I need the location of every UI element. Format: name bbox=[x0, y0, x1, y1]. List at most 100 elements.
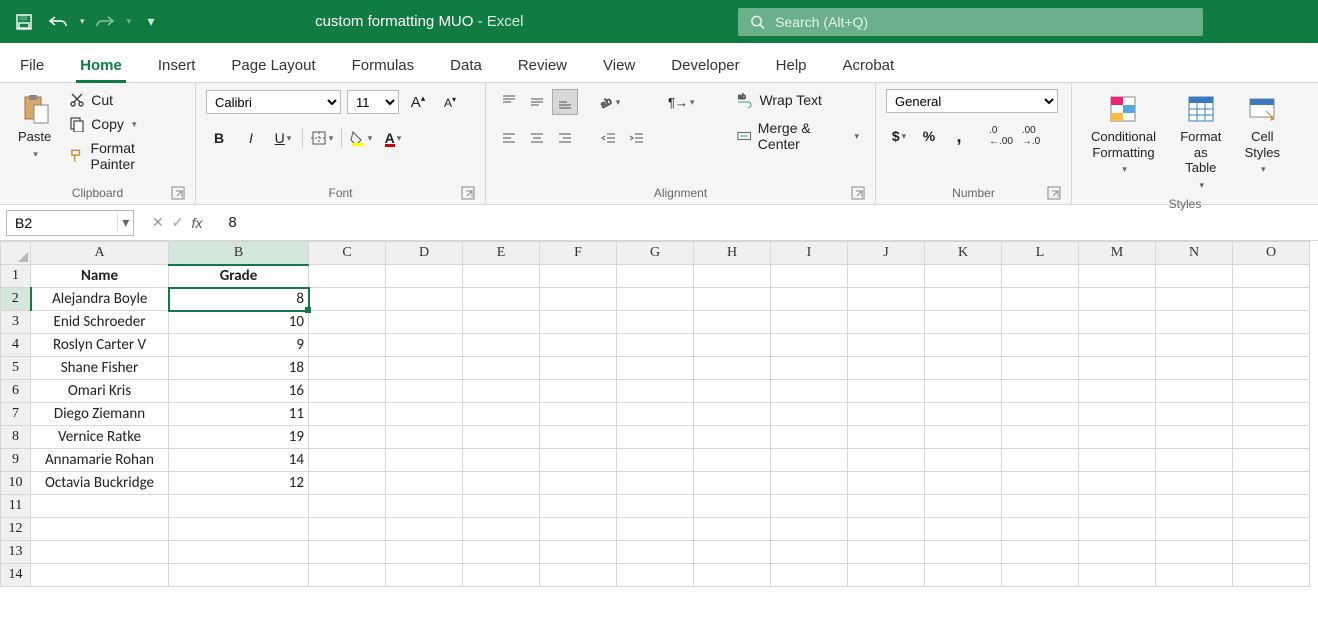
cell-D11[interactable] bbox=[386, 495, 463, 518]
column-header-C[interactable]: C bbox=[309, 242, 386, 265]
column-header-O[interactable]: O bbox=[1233, 242, 1310, 265]
row-header-10[interactable]: 10 bbox=[1, 472, 31, 495]
cell-J1[interactable] bbox=[848, 265, 925, 288]
cell-O6[interactable] bbox=[1233, 380, 1310, 403]
tab-review[interactable]: Review bbox=[514, 47, 571, 82]
orientation-button[interactable]: ab▾ bbox=[596, 89, 622, 115]
cell-D9[interactable] bbox=[386, 449, 463, 472]
cell-F10[interactable] bbox=[540, 472, 617, 495]
save-button[interactable] bbox=[10, 8, 38, 36]
cell-J12[interactable] bbox=[848, 518, 925, 541]
cell-A7[interactable]: Diego Ziemann bbox=[31, 403, 169, 426]
cell-D4[interactable] bbox=[386, 334, 463, 357]
cell-G1[interactable] bbox=[617, 265, 694, 288]
decrease-font-button[interactable]: A▾ bbox=[437, 89, 463, 115]
worksheet-grid[interactable]: ABCDEFGHIJKLMNO1NameGrade2Alejandra Boyl… bbox=[0, 241, 1318, 617]
cell-N5[interactable] bbox=[1156, 357, 1233, 380]
cell-B11[interactable] bbox=[169, 495, 309, 518]
cell-E12[interactable] bbox=[463, 518, 540, 541]
cell-N12[interactable] bbox=[1156, 518, 1233, 541]
column-header-D[interactable]: D bbox=[386, 242, 463, 265]
cell-E3[interactable] bbox=[463, 311, 540, 334]
cell-A11[interactable] bbox=[31, 495, 169, 518]
cell-M13[interactable] bbox=[1079, 541, 1156, 564]
column-header-K[interactable]: K bbox=[925, 242, 1002, 265]
cell-B14[interactable] bbox=[169, 564, 309, 587]
cell-E5[interactable] bbox=[463, 357, 540, 380]
cell-I2[interactable] bbox=[771, 288, 848, 311]
copy-button[interactable]: Copy▾ bbox=[63, 113, 185, 135]
cell-B13[interactable] bbox=[169, 541, 309, 564]
font-name-combo[interactable]: Calibri bbox=[206, 90, 341, 114]
cell-D2[interactable] bbox=[386, 288, 463, 311]
qat-customize[interactable]: ▾ bbox=[137, 8, 165, 36]
cell-L13[interactable] bbox=[1002, 541, 1079, 564]
cell-I4[interactable] bbox=[771, 334, 848, 357]
cell-L8[interactable] bbox=[1002, 426, 1079, 449]
row-header-12[interactable]: 12 bbox=[1, 518, 31, 541]
cell-M4[interactable] bbox=[1079, 334, 1156, 357]
cell-N2[interactable] bbox=[1156, 288, 1233, 311]
cell-J2[interactable] bbox=[848, 288, 925, 311]
cell-A6[interactable]: Omari Kris bbox=[31, 380, 169, 403]
increase-font-button[interactable]: A▴ bbox=[405, 89, 431, 115]
cell-G3[interactable] bbox=[617, 311, 694, 334]
cell-N7[interactable] bbox=[1156, 403, 1233, 426]
cell-G4[interactable] bbox=[617, 334, 694, 357]
align-center-button[interactable] bbox=[524, 125, 550, 151]
bold-button[interactable]: B bbox=[206, 125, 232, 151]
align-bottom-button[interactable] bbox=[552, 89, 578, 115]
cell-L7[interactable] bbox=[1002, 403, 1079, 426]
cut-button[interactable]: Cut bbox=[63, 89, 185, 111]
cell-B6[interactable]: 16 bbox=[169, 380, 309, 403]
cell-O4[interactable] bbox=[1233, 334, 1310, 357]
cell-G5[interactable] bbox=[617, 357, 694, 380]
cell-G14[interactable] bbox=[617, 564, 694, 587]
cell-C2[interactable] bbox=[309, 288, 386, 311]
cell-H5[interactable] bbox=[694, 357, 771, 380]
cell-B3[interactable]: 10 bbox=[169, 311, 309, 334]
cell-E14[interactable] bbox=[463, 564, 540, 587]
cell-N14[interactable] bbox=[1156, 564, 1233, 587]
cell-O3[interactable] bbox=[1233, 311, 1310, 334]
cell-H4[interactable] bbox=[694, 334, 771, 357]
cell-K5[interactable] bbox=[925, 357, 1002, 380]
cell-H2[interactable] bbox=[694, 288, 771, 311]
column-header-A[interactable]: A bbox=[31, 242, 169, 265]
cell-D12[interactable] bbox=[386, 518, 463, 541]
tab-view[interactable]: View bbox=[599, 47, 639, 82]
cell-F11[interactable] bbox=[540, 495, 617, 518]
text-direction-button[interactable]: ¶→▾ bbox=[668, 89, 695, 115]
column-header-L[interactable]: L bbox=[1002, 242, 1079, 265]
cell-C10[interactable] bbox=[309, 472, 386, 495]
cell-N1[interactable] bbox=[1156, 265, 1233, 288]
format-as-table-button[interactable]: Format as Table▾ bbox=[1169, 89, 1233, 195]
cell-F1[interactable] bbox=[540, 265, 617, 288]
cell-I10[interactable] bbox=[771, 472, 848, 495]
cell-O8[interactable] bbox=[1233, 426, 1310, 449]
select-all-corner[interactable] bbox=[1, 242, 31, 265]
cell-E1[interactable] bbox=[463, 265, 540, 288]
cell-I7[interactable] bbox=[771, 403, 848, 426]
cell-A13[interactable] bbox=[31, 541, 169, 564]
cell-C14[interactable] bbox=[309, 564, 386, 587]
cell-F9[interactable] bbox=[540, 449, 617, 472]
font-color-button[interactable]: A▾ bbox=[380, 125, 406, 151]
cell-A3[interactable]: Enid Schroeder bbox=[31, 311, 169, 334]
cell-N3[interactable] bbox=[1156, 311, 1233, 334]
cell-M14[interactable] bbox=[1079, 564, 1156, 587]
cell-D10[interactable] bbox=[386, 472, 463, 495]
cell-I3[interactable] bbox=[771, 311, 848, 334]
column-header-B[interactable]: B bbox=[169, 242, 309, 265]
search-input[interactable] bbox=[775, 14, 1191, 30]
cell-K1[interactable] bbox=[925, 265, 1002, 288]
cell-K12[interactable] bbox=[925, 518, 1002, 541]
row-header-5[interactable]: 5 bbox=[1, 357, 31, 380]
cell-E4[interactable] bbox=[463, 334, 540, 357]
merge-center-button[interactable]: Merge & Center▾ bbox=[731, 117, 865, 155]
name-box-input[interactable] bbox=[7, 215, 117, 231]
cell-F5[interactable] bbox=[540, 357, 617, 380]
cell-L4[interactable] bbox=[1002, 334, 1079, 357]
cell-N11[interactable] bbox=[1156, 495, 1233, 518]
cell-C12[interactable] bbox=[309, 518, 386, 541]
